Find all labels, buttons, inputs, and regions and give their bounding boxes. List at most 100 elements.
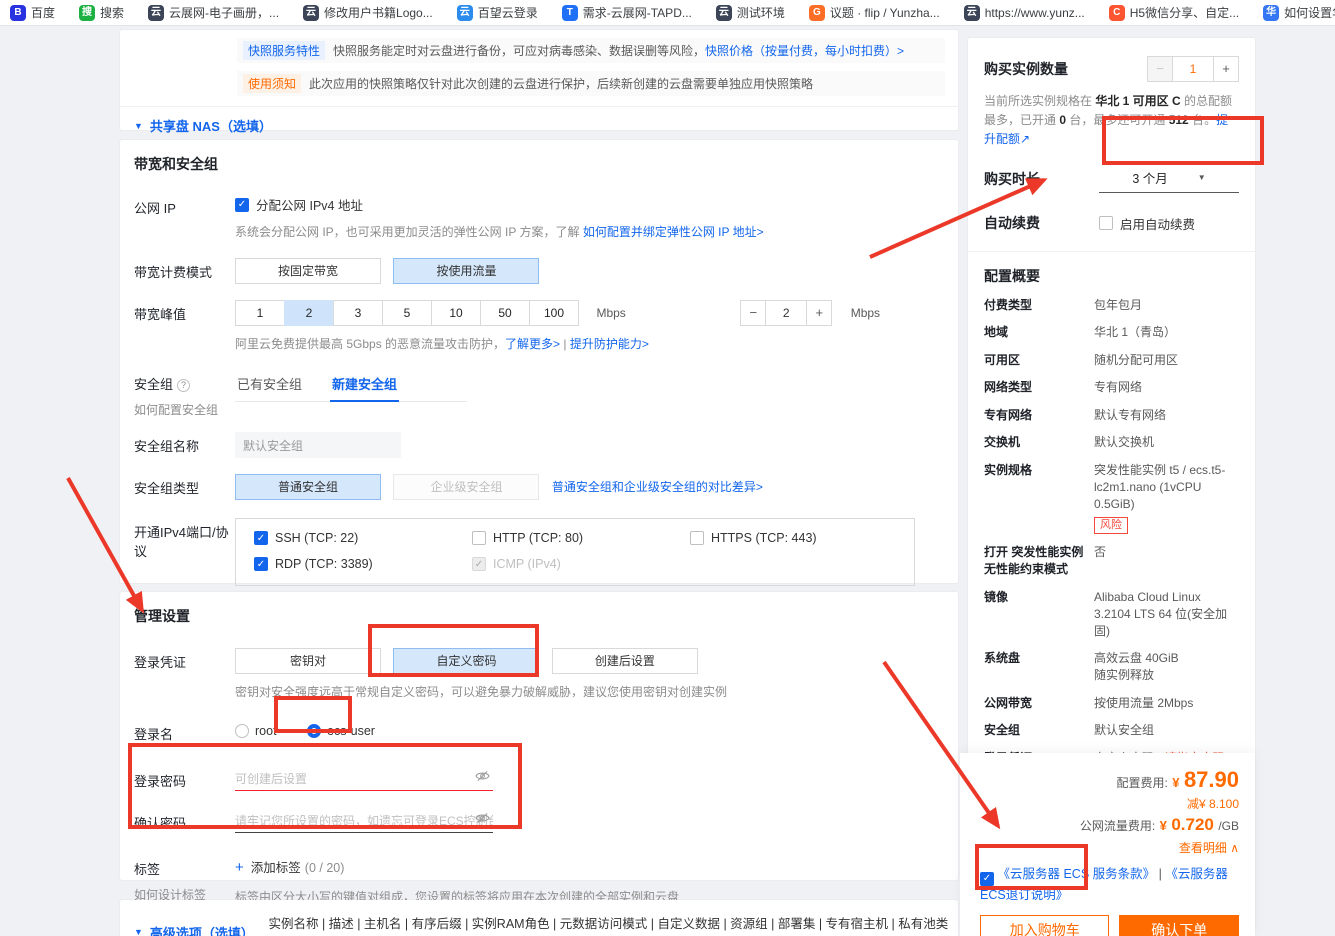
order-summary-panel: 购买实例数量 − 1 + 当前所选实例规格在 华北 1 可用区 C 的总配额最多… [968,38,1255,936]
tab-new-security-group[interactable]: 新建安全组 [330,370,399,402]
sg-compare-link[interactable]: 普通安全组和企业级安全组的对比差异> [552,480,763,494]
public-ip-description: 系统会分配公网 IP，也可采用更加灵活的弹性公网 IP 方案，了解 如何配置并绑… [235,223,958,240]
tag-count: (0 / 20) [305,861,345,875]
help-icon[interactable]: ? [177,379,190,392]
bookmark-item[interactable]: 云测试环境 [716,4,785,21]
terms-checkbox[interactable]: ✓ [980,872,994,886]
summary-row: 交换机默认交换机 [984,434,1239,451]
add-tag-button[interactable]: +添加标签(0 / 20) [235,857,958,877]
baidu-icon: B [10,5,26,21]
bandwidth-option-50[interactable]: 50 [480,300,530,326]
bandwidth-stepper: − 2 + [740,300,832,326]
confirm-password-input[interactable] [235,809,493,833]
learn-more-link[interactable]: 了解更多> [505,337,560,351]
bookmark-item[interactable]: CH5微信分享、自定... [1109,4,1239,21]
bookmark-label: 如何设置华为 [1284,4,1335,21]
bandwidth-option-100[interactable]: 100 [529,300,579,326]
bookmark-item[interactable]: G议题 · flip / Yunzha... [809,4,940,21]
bookmark-item[interactable]: 云百望云登录 [457,4,538,21]
checkbox-checked-icon: ✓ [254,557,268,571]
bookmark-item[interactable]: 云https://www.yunz... [964,5,1085,21]
ecs-terms-link[interactable]: 《云服务器 ECS 服务条款》 [997,867,1155,881]
summary-row: 可用区随机分配可用区 [984,352,1239,369]
snapshot-feature-tag: 快照服务特性 [243,41,325,60]
checkbox-unchecked-icon [690,531,704,545]
checkbox-unchecked-icon [1099,216,1113,230]
add-to-cart-button[interactable]: 加入购物车 [980,915,1109,936]
duration-select[interactable]: 3 个月 ▼ [1099,165,1239,193]
credential-custom-password-button[interactable]: 自定义密码 [393,648,539,674]
nas-section-toggle[interactable]: ▼ 共享盘 NAS（选填） [120,107,958,135]
bandwidth-stepper-value[interactable]: 2 [766,300,806,326]
eye-off-icon[interactable] [475,769,493,787]
snapshot-feature-text: 快照服务能定时对云盘进行备份，可应对病毒感染、数据误删等风险，快照价格（按量付费… [333,42,904,59]
traffic-fee-unit: /GB [1218,819,1239,833]
checkbox-checked-icon: ✓ [235,198,249,212]
login-root-radio[interactable]: root [235,724,277,738]
bookmark-label: 修改用户书籍Logo... [324,4,433,21]
login-password-input[interactable] [235,767,493,791]
bookmark-item[interactable]: 搜搜索 [79,4,124,21]
cloud-icon: 云 [457,5,473,21]
bandwidth-plus-button[interactable]: + [806,300,832,326]
bandwidth-option-3[interactable]: 3 [333,300,383,326]
bandwidth-option-2[interactable]: 2 [284,300,334,326]
confirm-order-button[interactable]: 确认下单 [1119,915,1239,936]
ssh-port-checkbox[interactable]: ✓SSH (TCP: 22) [254,531,472,545]
usage-notice: 使用须知 此次应用的快照策略仅针对此次创建的云盘进行保护，后续新创建的云盘需要单… [237,71,945,96]
bookmark-label: https://www.yunz... [985,6,1085,20]
login-password-label: 登录密码 [134,767,235,790]
bandwidth-option-1[interactable]: 1 [235,300,285,326]
improve-protection-link[interactable]: 提升防护能力> [570,337,649,351]
advanced-options-items: 实例名称 | 描述 | 主机名 | 有序后缀 | 实例RAM角色 | 元数据访问… [269,913,958,936]
auto-renew-checkbox[interactable]: 启用自动续费 [1099,214,1239,233]
rdp-port-checkbox[interactable]: ✓RDP (TCP: 3389) [254,557,472,571]
bookmark-item[interactable]: 云修改用户书籍Logo... [303,4,433,21]
credential-set-later-button[interactable]: 创建后设置 [552,648,698,674]
sg-name-label: 安全组名称 [134,432,235,455]
yunzhan-icon: 云 [303,5,319,21]
eye-off-icon[interactable] [475,811,493,829]
billing-fixed-bandwidth-button[interactable]: 按固定带宽 [235,258,381,284]
bandwidth-minus-button[interactable]: − [740,300,766,326]
price-footer: 配置费用: ¥ 87.90 减¥ 8.100 公网流量费用: ¥ 0.720 /… [960,753,1255,936]
plus-icon: + [235,859,244,876]
sg-type-normal-button[interactable]: 普通安全组 [235,474,381,500]
bandwidth-option-5[interactable]: 5 [382,300,432,326]
assign-ipv4-checkbox[interactable]: ✓ 分配公网 IPv4 地址 [235,195,363,214]
credential-keypair-button[interactable]: 密钥对 [235,648,381,674]
ecs-purchase-page: { "colors": { "accent_blue": "#1366ec", … [0,0,1335,936]
bandwidth-section-title: 带宽和安全组 [120,140,958,174]
icmp-checkbox-disabled: ✓ICMP (IPv4) [472,557,690,571]
sg-type-enterprise-button[interactable]: 企业级安全组 [393,474,539,500]
quantity-plus-button[interactable]: + [1213,56,1239,82]
summary-row: 安全组默认安全组 [984,722,1239,739]
bookmark-label: 需求-云展网-TAPD... [583,4,692,21]
bookmark-item[interactable]: B百度 [10,4,55,21]
caret-down-icon: ▼ [134,927,143,936]
paw-icon: 华 [1263,5,1279,21]
advanced-options-toggle[interactable]: ▼ 高级选项（选填） 实例名称 | 描述 | 主机名 | 有序后缀 | 实例RA… [120,900,958,936]
eip-config-link[interactable]: 如何配置并绑定弹性公网 IP 地址> [583,225,764,239]
config-summary-title: 配置概要 [984,266,1239,286]
login-ecs-user-radio[interactable]: ecs-user [307,724,375,738]
divider [968,251,1255,252]
summary-row: 网络类型专有网络 [984,379,1239,396]
https-port-checkbox[interactable]: HTTPS (TCP: 443) [690,531,908,545]
quantity-minus-button[interactable]: − [1147,56,1173,82]
ddos-protection-note: 阿里云免费提供最高 5Gbps 的恶意流量攻击防护，了解更多> | 提升防护能力… [235,335,958,352]
sg-help-link[interactable]: 如何配置安全组 [134,401,235,418]
bookmark-item[interactable]: 云云展网-电子画册，... [148,4,279,21]
quantity-value[interactable]: 1 [1173,56,1213,82]
bandwidth-option-10[interactable]: 10 [431,300,481,326]
http-port-checkbox[interactable]: HTTP (TCP: 80) [472,531,690,545]
bookmark-item[interactable]: 华如何设置华为 [1263,4,1335,21]
snapshot-price-link[interactable]: 快照价格（按量付费，每小时扣费）> [705,44,904,58]
sg-name-input[interactable] [235,432,401,458]
summary-row-system-disk: 系统盘高效云盘 40GiB随实例释放 [984,650,1239,684]
billing-by-traffic-button[interactable]: 按使用流量 [393,258,539,284]
view-detail-link[interactable]: 查看明细 ∧ [980,839,1239,856]
bookmark-item[interactable]: T需求-云展网-TAPD... [562,4,692,21]
tab-existing-security-group[interactable]: 已有安全组 [235,370,304,401]
summary-row: 镜像Alibaba Cloud Linux 3.2104 LTS 64 位(安全… [984,589,1239,640]
